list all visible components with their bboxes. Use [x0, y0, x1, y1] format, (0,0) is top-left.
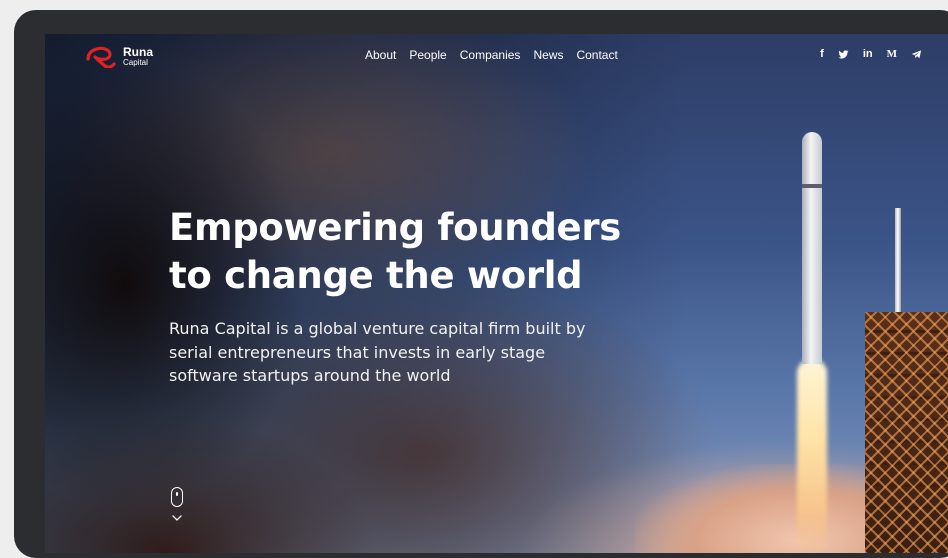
facebook-icon[interactable]: f [820, 48, 824, 60]
brand-name: Runa Capital [123, 46, 153, 67]
brand-name-line2: Capital [123, 57, 148, 67]
rocket-flame [797, 359, 827, 553]
twitter-icon[interactable] [838, 49, 849, 60]
runa-logo-icon [86, 46, 116, 68]
launch-tower [865, 312, 948, 553]
main-menu: About People Companies News Contact [365, 48, 618, 62]
hero-headline: Empowering founders to change the world [169, 204, 689, 300]
medium-icon[interactable]: M [887, 48, 897, 60]
nav-item-companies[interactable]: Companies [460, 48, 521, 62]
linkedin-icon[interactable]: in [863, 48, 873, 60]
hero-subtitle: Runa Capital is a global venture capital… [169, 319, 586, 385]
rocket [802, 132, 822, 364]
brand-name-line1: Runa [123, 44, 153, 59]
hero-headline-line1: Empowering founders [169, 206, 621, 249]
tower-mast [895, 208, 901, 314]
telegram-icon[interactable] [911, 49, 922, 60]
mouse-scroll-icon[interactable] [171, 487, 183, 507]
social-links: f in M [820, 48, 922, 60]
top-navigation: Runa Capital About People Companies News… [45, 34, 948, 78]
device-frame: Runa Capital About People Companies News… [14, 10, 948, 558]
nav-item-about[interactable]: About [365, 48, 396, 62]
brand-logo[interactable]: Runa Capital [85, 44, 153, 68]
chevron-down-icon[interactable] [172, 514, 182, 522]
website-screen: Runa Capital About People Companies News… [45, 34, 948, 553]
nav-item-people[interactable]: People [409, 48, 446, 62]
hero-headline-line2: to change the world [169, 254, 583, 297]
nav-item-news[interactable]: News [533, 48, 563, 62]
rocket-band [802, 184, 822, 188]
nav-item-contact[interactable]: Contact [576, 48, 617, 62]
